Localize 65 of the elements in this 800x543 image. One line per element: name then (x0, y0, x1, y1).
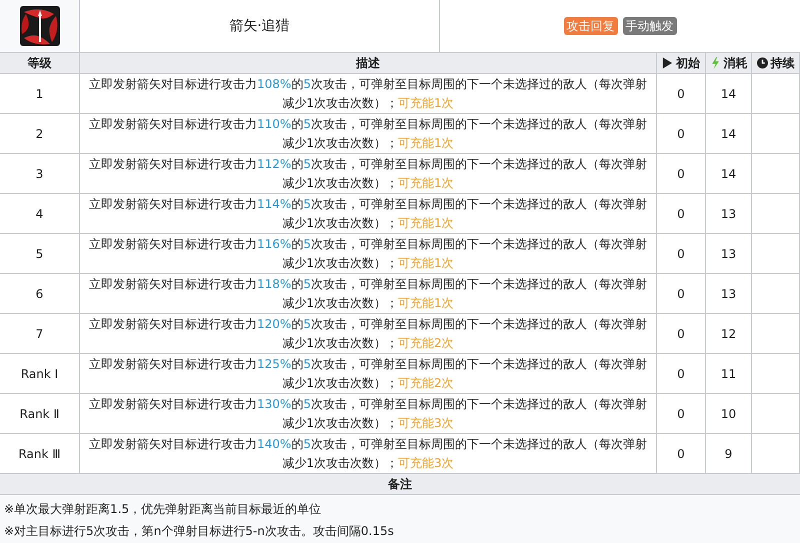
cost-cell: 13 (706, 234, 752, 274)
duration-cell (752, 434, 800, 474)
skill-tag: 攻击回复 (564, 17, 618, 35)
level-cell: Rank Ⅱ (0, 394, 80, 434)
description-cell: 立即发射箭矢对目标进行攻击力 118%的5次攻击，可弹射至目标周围的下一个未选择过的敌人（每次弹射减少1次攻击次数）；可充能1次 (80, 274, 657, 314)
skill-icon (20, 6, 60, 46)
initial-cell: 0 (657, 74, 706, 114)
cost-cell: 10 (706, 394, 752, 434)
initial-cell: 0 (657, 274, 706, 314)
skill-name: 箭矢·追猎 (229, 17, 290, 35)
level-cell: 2 (0, 114, 80, 154)
description-cell: 立即发射箭矢对目标进行攻击力 114%的5次攻击，可弹射至目标周围的下一个未选择过的敌人（每次弹射减少1次攻击次数）；可充能1次 (80, 194, 657, 234)
duration-cell (752, 394, 800, 434)
play-icon (662, 57, 673, 69)
duration-cell (752, 354, 800, 394)
level-cell: 6 (0, 274, 80, 314)
duration-cell (752, 274, 800, 314)
initial-cell: 0 (657, 434, 706, 474)
cost-cell: 13 (706, 194, 752, 234)
level-cell: 7 (0, 314, 80, 354)
column-header: 等级 (0, 53, 80, 74)
duration-cell (752, 114, 800, 154)
cost-cell: 14 (706, 154, 752, 194)
note-text: ※单次最大弹射距离1.5，优先弹射距离当前目标最近的单位 (4, 501, 322, 518)
column-header: 初始 (657, 53, 706, 74)
initial-cell: 0 (657, 154, 706, 194)
column-header: 持续 (752, 53, 800, 74)
duration-cell (752, 314, 800, 354)
duration-cell (752, 74, 800, 114)
cost-cell: 13 (706, 274, 752, 314)
level-cell: 1 (0, 74, 80, 114)
notes-header: 备注 (0, 474, 800, 495)
note-text: ※对主目标进行5次攻击，第n个弹射目标进行5-n次攻击。攻击间隔0.15s (4, 523, 395, 540)
level-cell: Rank Ⅰ (0, 354, 80, 394)
cost-cell: 11 (706, 354, 752, 394)
description-cell: 立即发射箭矢对目标进行攻击力 125%的5次攻击，可弹射至目标周围的下一个未选择过的敌人（每次弹射减少1次攻击次数）；可充能2次 (80, 354, 657, 394)
clock-icon (756, 57, 768, 69)
cost-cell: 9 (706, 434, 752, 474)
level-cell: 4 (0, 194, 80, 234)
column-header: 消耗 (706, 53, 752, 74)
description-cell: 立即发射箭矢对目标进行攻击力 108%的5次攻击，可弹射至目标周围的下一个未选择过的敌人（每次弹射减少1次攻击次数）；可充能1次 (80, 74, 657, 114)
duration-cell (752, 194, 800, 234)
level-cell: Rank Ⅲ (0, 434, 80, 474)
cost-cell: 14 (706, 114, 752, 154)
cost-cell: 12 (706, 314, 752, 354)
description-cell: 立即发射箭矢对目标进行攻击力 110%的5次攻击，可弹射至目标周围的下一个未选择过的敌人（每次弹射减少1次攻击次数）；可充能1次 (80, 114, 657, 154)
description-cell: 立即发射箭矢对目标进行攻击力 112%的5次攻击，可弹射至目标周围的下一个未选择过的敌人（每次弹射减少1次攻击次数）；可充能1次 (80, 154, 657, 194)
initial-cell: 0 (657, 194, 706, 234)
duration-cell (752, 234, 800, 274)
initial-cell: 0 (657, 314, 706, 354)
skill-tag: 手动触发 (622, 17, 676, 35)
level-cell: 5 (0, 234, 80, 274)
initial-cell: 0 (657, 394, 706, 434)
column-header: 描述 (80, 53, 657, 74)
lightning-icon (710, 57, 720, 69)
description-cell: 立即发射箭矢对目标进行攻击力 116%的5次攻击，可弹射至目标周围的下一个未选择过的敌人（每次弹射减少1次攻击次数）；可充能1次 (80, 234, 657, 274)
description-cell: 立即发射箭矢对目标进行攻击力 130%的5次攻击，可弹射至目标周围的下一个未选择过的敌人（每次弹射减少1次攻击次数）；可充能3次 (80, 394, 657, 434)
duration-cell (752, 154, 800, 194)
description-cell: 立即发射箭矢对目标进行攻击力 140%的5次攻击，可弹射至目标周围的下一个未选择过的敌人（每次弹射减少1次攻击次数）；可充能3次 (80, 434, 657, 474)
initial-cell: 0 (657, 354, 706, 394)
description-cell: 立即发射箭矢对目标进行攻击力 120%的5次攻击，可弹射至目标周围的下一个未选择过的敌人（每次弹射减少1次攻击次数）；可充能2次 (80, 314, 657, 354)
level-cell: 3 (0, 154, 80, 194)
initial-cell: 0 (657, 114, 706, 154)
initial-cell: 0 (657, 234, 706, 274)
cost-cell: 14 (706, 74, 752, 114)
